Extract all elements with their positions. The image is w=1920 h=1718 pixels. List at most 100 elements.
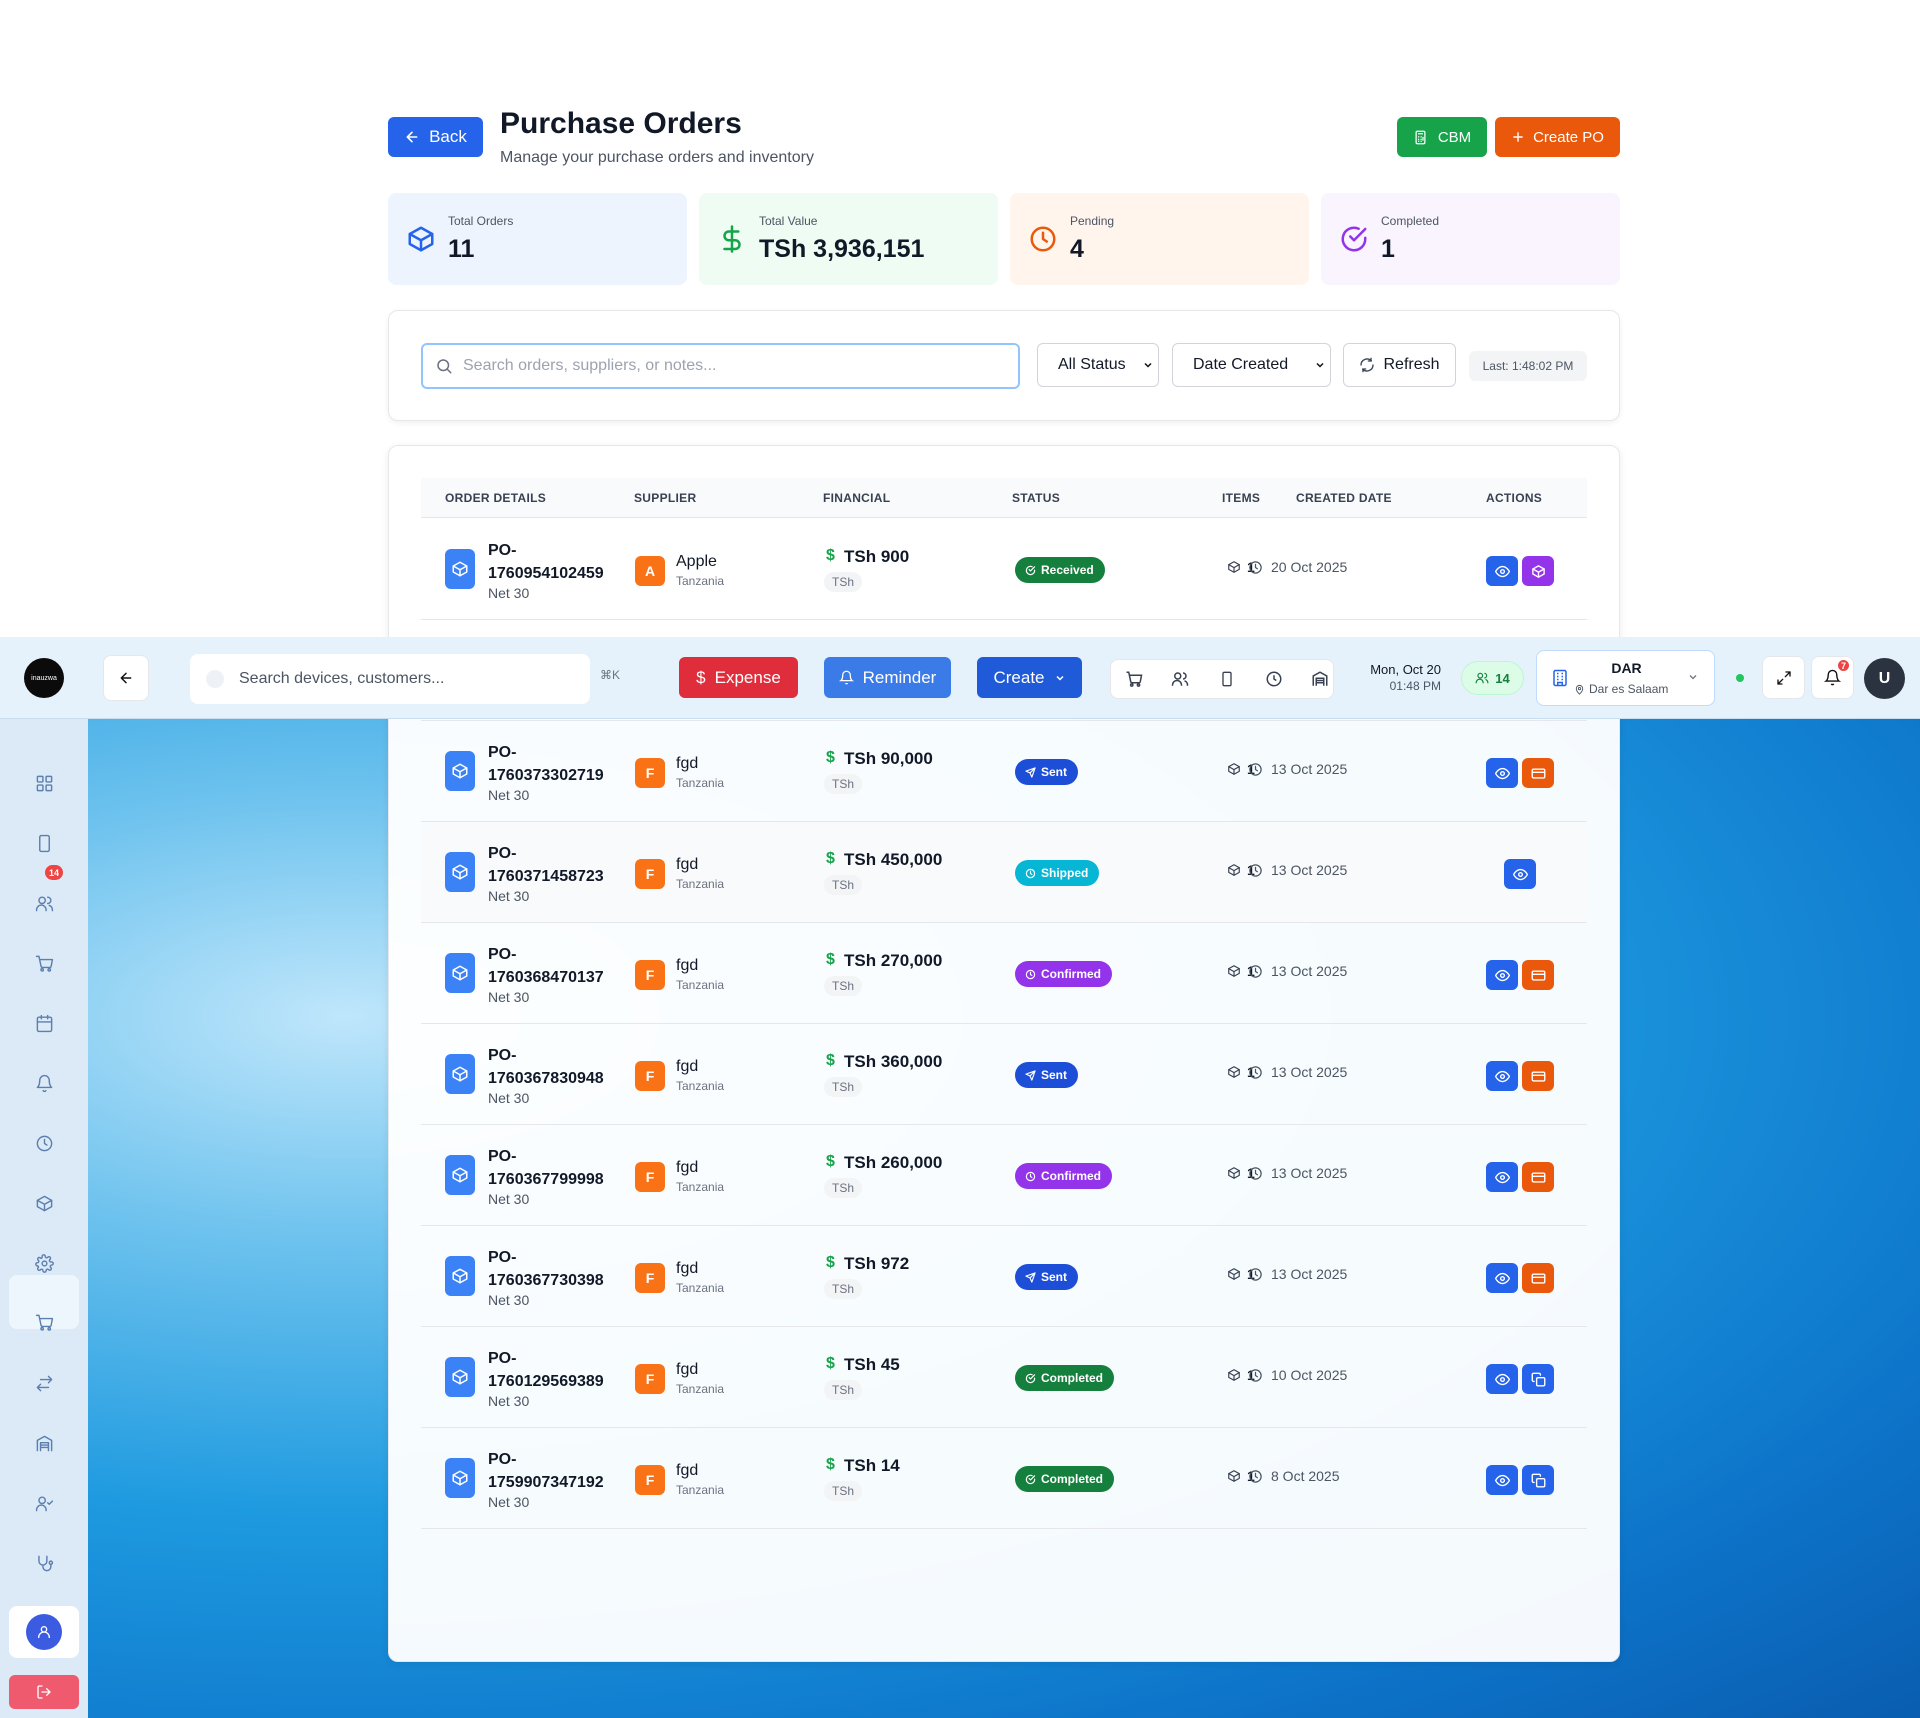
branch-selector[interactable]: DAR Dar es Salaam	[1536, 650, 1715, 706]
reminder-button[interactable]: Reminder	[824, 657, 951, 698]
users-icon	[1475, 672, 1489, 684]
table-row[interactable]: PO- 1760371458723 Net 30 Ffgd Tanzania $ TSh 4…	[421, 822, 1587, 923]
po-number[interactable]: PO- 1760954102459	[488, 539, 638, 585]
view-button[interactable]	[1486, 1364, 1518, 1394]
status-label: Sent	[1041, 1270, 1068, 1284]
dollar-icon	[723, 225, 741, 253]
po-number[interactable]: PO- 1760129569389	[488, 1347, 638, 1393]
bell-icon	[1824, 669, 1841, 686]
secondary-action-button[interactable]	[1522, 1465, 1554, 1495]
back-button[interactable]: Back	[388, 117, 483, 157]
view-button[interactable]	[1504, 859, 1536, 889]
created-date-value: 10 Oct 2025	[1271, 1367, 1348, 1383]
global-search[interactable]: Search devices, customers...	[190, 654, 590, 704]
table-row[interactable]: PO- 1760954102459 Net 30 A Apple Tanzania $ TSh…	[421, 519, 1587, 620]
po-prefix: PO-	[488, 946, 517, 963]
users-icon[interactable]	[1157, 660, 1203, 698]
topbar-back-button[interactable]	[103, 655, 149, 701]
secondary-action-button[interactable]	[1522, 556, 1554, 586]
payment-terms: Net 30	[488, 989, 530, 1005]
refresh-button[interactable]: Refresh	[1343, 343, 1456, 387]
po-number-value: 1760367799998	[488, 1171, 604, 1188]
create-po-button[interactable]: Create PO	[1495, 117, 1620, 157]
created-date: 13 Oct 2025	[1248, 963, 1347, 979]
create-menu-button[interactable]: Create	[977, 657, 1082, 698]
sort-select[interactable]: Date Created	[1172, 343, 1331, 387]
po-number[interactable]: PO- 1760373302719	[488, 741, 638, 787]
sidebar-item-pos-cart[interactable]	[24, 943, 64, 983]
secondary-action-button[interactable]	[1522, 960, 1554, 990]
supplier-location: Tanzania	[676, 1483, 725, 1497]
order-amount: TSh 900	[844, 547, 910, 566]
order-search[interactable]	[421, 343, 1020, 389]
stat-label: Total Orders	[448, 214, 514, 228]
po-number[interactable]: PO- 1760367730398	[488, 1246, 638, 1292]
po-number[interactable]: PO- 1760367799998	[488, 1145, 638, 1191]
expense-button[interactable]: $ Expense	[679, 657, 798, 698]
table-row[interactable]: PO- 1760367799998 Net 30 Ffgd Tanzania $ TSh 2…	[421, 1125, 1587, 1226]
datetime-display: Mon, Oct 20 01:48 PM	[1368, 662, 1441, 693]
view-button[interactable]	[1486, 1162, 1518, 1192]
currency-badge: TSh	[824, 875, 863, 895]
view-button[interactable]	[1486, 556, 1518, 586]
po-number[interactable]: PO- 1760367830948	[488, 1044, 638, 1090]
sidebar-item-inventory-package[interactable]	[24, 1183, 64, 1223]
po-prefix: PO-	[488, 1350, 517, 1367]
device-icon[interactable]	[1204, 660, 1250, 698]
sidebar-item-calendar[interactable]	[24, 1003, 64, 1043]
clock-icon	[1249, 964, 1262, 978]
table-header: ORDER DETAILS SUPPLIER FINANCIAL STATUS …	[421, 478, 1587, 518]
expense-label: Expense	[714, 667, 781, 687]
sidebar-item-reminders-bell[interactable]	[24, 1063, 64, 1103]
sidebar-item-settings-gear[interactable]	[24, 1243, 64, 1283]
view-button[interactable]	[1486, 1465, 1518, 1495]
table-row[interactable]: PO- 1760368470137 Net 30 Ffgd Tanzania $ TSh 2…	[421, 923, 1587, 1024]
card-icon	[1531, 767, 1545, 779]
sidebar-item-storage[interactable]	[24, 1423, 64, 1463]
table-row[interactable]: PO- 1760367830948 Net 30 Ffgd Tanzania $ TSh 3…	[421, 1024, 1587, 1125]
sidebar-item-device[interactable]	[24, 823, 64, 863]
sidebar-item-clock[interactable]	[24, 1123, 64, 1163]
table-row[interactable]: PO- 1760367730398 Net 30 Ffgd Tanzania $ TSh 9…	[421, 1226, 1587, 1327]
sidebar-item-employees[interactable]	[24, 1483, 64, 1523]
sidebar-profile-button[interactable]	[9, 1606, 79, 1658]
table-row[interactable]: PO- 1760373302719 Net 30 Ffgd Tanzania $ TSh 9…	[421, 721, 1587, 822]
clock-icon[interactable]	[1251, 660, 1297, 698]
view-button[interactable]	[1486, 1263, 1518, 1293]
table-row[interactable]: PO- 1760129569389 Net 30 Ffgd Tanzania $ TSh 4…	[421, 1327, 1587, 1428]
po-number[interactable]: PO- 1760371458723	[488, 842, 638, 888]
cart-icon[interactable]	[1111, 660, 1157, 698]
sidebar-item-dashboard[interactable]	[24, 763, 64, 803]
sidebar-item-customers[interactable]	[24, 883, 64, 923]
warehouse-icon[interactable]	[1297, 660, 1343, 698]
currency-badge: TSh	[824, 976, 863, 996]
filter-bar: All Status Date Created Refresh Last: 1:…	[388, 310, 1620, 421]
search-input[interactable]	[463, 354, 1003, 378]
eye-icon	[1494, 1474, 1510, 1486]
status-badge: Completed	[1015, 1365, 1115, 1391]
secondary-action-button[interactable]	[1522, 1061, 1554, 1091]
secondary-action-button[interactable]	[1522, 1162, 1554, 1192]
refresh-icon	[1360, 357, 1375, 373]
sidebar-item-diagnostics[interactable]	[24, 1543, 64, 1583]
sidebar-item-purchase-orders-cart[interactable]	[24, 1302, 64, 1342]
status-filter-select[interactable]: All Status	[1037, 343, 1159, 387]
secondary-action-button[interactable]	[1522, 1263, 1554, 1293]
po-number[interactable]: PO- 1760368470137	[488, 943, 638, 989]
po-number[interactable]: PO- 1759907347192	[488, 1448, 638, 1494]
package-icon	[452, 965, 468, 981]
fullscreen-button[interactable]	[1762, 656, 1805, 699]
sidebar-item-transfers[interactable]	[24, 1363, 64, 1403]
secondary-action-button[interactable]	[1522, 1364, 1554, 1394]
user-avatar[interactable]: U	[1864, 658, 1905, 699]
logout-button[interactable]	[9, 1675, 79, 1709]
online-users-badge[interactable]: 14	[1461, 661, 1524, 695]
status-badge: Completed	[1015, 1466, 1115, 1492]
secondary-action-button[interactable]	[1522, 758, 1554, 788]
view-button[interactable]	[1486, 1061, 1518, 1091]
view-button[interactable]	[1486, 758, 1518, 788]
cbm-button[interactable]: CBM	[1397, 117, 1487, 157]
view-button[interactable]	[1486, 960, 1518, 990]
table-row[interactable]: PO- 1759907347192 Net 30 Ffgd Tanzania $ TSh 1…	[421, 1428, 1587, 1529]
created-date-value: 8 Oct 2025	[1271, 1468, 1340, 1484]
